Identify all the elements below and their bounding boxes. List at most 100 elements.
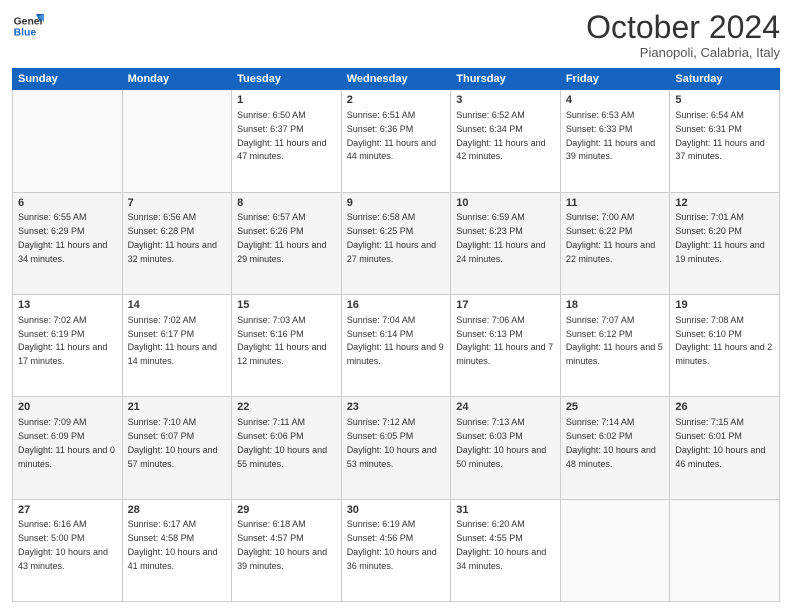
- day-info: Sunrise: 7:07 AM Sunset: 6:12 PM Dayligh…: [566, 315, 665, 366]
- day-number: 3: [456, 93, 555, 108]
- calendar-cell: 3 Sunrise: 6:52 AM Sunset: 6:34 PM Daylig…: [451, 90, 561, 192]
- day-info: Sunrise: 6:20 AM Sunset: 4:55 PM Dayligh…: [456, 519, 549, 570]
- day-info: Sunrise: 6:18 AM Sunset: 4:57 PM Dayligh…: [237, 519, 330, 570]
- day-number: 21: [128, 400, 227, 415]
- day-number: 26: [675, 400, 774, 415]
- day-info: Sunrise: 6:58 AM Sunset: 6:25 PM Dayligh…: [347, 212, 439, 263]
- calendar-cell: 23Sunrise: 7:12 AM Sunset: 6:05 PM Dayli…: [341, 397, 451, 499]
- day-info: Sunrise: 7:02 AM Sunset: 6:19 PM Dayligh…: [18, 315, 110, 366]
- weekday-header-thursday: Thursday: [451, 69, 561, 90]
- calendar-week-row: 1 Sunrise: 6:50 AM Sunset: 6:37 PM Daylig…: [13, 90, 780, 192]
- calendar-cell: 31Sunrise: 6:20 AM Sunset: 4:55 PM Dayli…: [451, 499, 561, 601]
- day-info: Sunrise: 6:19 AM Sunset: 4:56 PM Dayligh…: [347, 519, 440, 570]
- day-number: 28: [128, 503, 227, 518]
- day-number: 6: [18, 196, 117, 211]
- weekday-header-row: SundayMondayTuesdayWednesdayThursdayFrid…: [13, 69, 780, 90]
- day-number: 20: [18, 400, 117, 415]
- day-info: Sunrise: 6:59 AM Sunset: 6:23 PM Dayligh…: [456, 212, 548, 263]
- calendar-cell: 2Sunrise: 6:51 AM Sunset: 6:36 PM Daylig…: [341, 90, 451, 192]
- calendar-cell: 16 Sunrise: 7:04 AM Sunset: 6:14 PM Dayli…: [341, 294, 451, 396]
- day-number: 1: [237, 93, 336, 108]
- day-number: 27: [18, 503, 117, 518]
- day-info: Sunrise: 6:57 AM Sunset: 6:26 PM Dayligh…: [237, 212, 329, 263]
- calendar-cell: 25 Sunrise: 7:14 AM Sunset: 6:02 PM Dayli…: [560, 397, 670, 499]
- calendar-cell: 4Sunrise: 6:53 AM Sunset: 6:33 PM Daylig…: [560, 90, 670, 192]
- location-subtitle: Pianopoli, Calabria, Italy: [586, 45, 780, 60]
- calendar-cell: 1 Sunrise: 6:50 AM Sunset: 6:37 PM Daylig…: [232, 90, 342, 192]
- weekday-header-wednesday: Wednesday: [341, 69, 451, 90]
- calendar-cell: 5 Sunrise: 6:54 AM Sunset: 6:31 PM Daylig…: [670, 90, 780, 192]
- calendar-cell: 22Sunrise: 7:11 AM Sunset: 6:06 PM Dayli…: [232, 397, 342, 499]
- day-number: 9: [347, 196, 446, 211]
- day-number: 4: [566, 93, 665, 108]
- day-number: 15: [237, 298, 336, 313]
- day-number: 30: [347, 503, 446, 518]
- weekday-header-monday: Monday: [122, 69, 232, 90]
- calendar-cell: 24 Sunrise: 7:13 AM Sunset: 6:03 PM Dayli…: [451, 397, 561, 499]
- day-number: 25: [566, 400, 665, 415]
- calendar-cell: 6Sunrise: 6:55 AM Sunset: 6:29 PM Daylig…: [13, 192, 123, 294]
- logo-icon: General Blue: [12, 10, 44, 42]
- day-info: Sunrise: 6:52 AM Sunset: 6:34 PM Dayligh…: [456, 110, 548, 161]
- day-info: Sunrise: 6:51 AM Sunset: 6:36 PM Dayligh…: [347, 110, 439, 161]
- day-info: Sunrise: 7:03 AM Sunset: 6:16 PM Dayligh…: [237, 315, 329, 366]
- day-number: 18: [566, 298, 665, 313]
- day-info: Sunrise: 7:11 AM Sunset: 6:06 PM Dayligh…: [237, 417, 330, 468]
- page-header: General Blue October 2024 Pianopoli, Cal…: [12, 10, 780, 60]
- calendar-cell: 21Sunrise: 7:10 AM Sunset: 6:07 PM Dayli…: [122, 397, 232, 499]
- calendar-table: SundayMondayTuesdayWednesdayThursdayFrid…: [12, 68, 780, 602]
- day-number: 10: [456, 196, 555, 211]
- day-info: Sunrise: 7:15 AM Sunset: 6:01 PM Dayligh…: [675, 417, 768, 468]
- calendar-cell: 8Sunrise: 6:57 AM Sunset: 6:26 PM Daylig…: [232, 192, 342, 294]
- day-info: Sunrise: 6:50 AM Sunset: 6:37 PM Dayligh…: [237, 110, 329, 161]
- day-info: Sunrise: 7:02 AM Sunset: 6:17 PM Dayligh…: [128, 315, 220, 366]
- day-number: 7: [128, 196, 227, 211]
- day-info: Sunrise: 7:04 AM Sunset: 6:14 PM Dayligh…: [347, 315, 446, 366]
- calendar-cell: 17Sunrise: 7:06 AM Sunset: 6:13 PM Dayli…: [451, 294, 561, 396]
- day-number: 14: [128, 298, 227, 313]
- day-number: 13: [18, 298, 117, 313]
- day-number: 16: [347, 298, 446, 313]
- calendar-week-row: 20 Sunrise: 7:09 AM Sunset: 6:09 PM Dayli…: [13, 397, 780, 499]
- calendar-cell: 15 Sunrise: 7:03 AM Sunset: 6:16 PM Dayli…: [232, 294, 342, 396]
- calendar-cell: 29Sunrise: 6:18 AM Sunset: 4:57 PM Dayli…: [232, 499, 342, 601]
- title-block: October 2024 Pianopoli, Calabria, Italy: [586, 10, 780, 60]
- day-number: 11: [566, 196, 665, 211]
- day-info: Sunrise: 7:14 AM Sunset: 6:02 PM Dayligh…: [566, 417, 659, 468]
- calendar-cell: 7Sunrise: 6:56 AM Sunset: 6:28 PM Daylig…: [122, 192, 232, 294]
- calendar-cell: 18 Sunrise: 7:07 AM Sunset: 6:12 PM Dayli…: [560, 294, 670, 396]
- calendar-cell: 13 Sunrise: 7:02 AM Sunset: 6:19 PM Dayli…: [13, 294, 123, 396]
- day-info: Sunrise: 7:12 AM Sunset: 6:05 PM Dayligh…: [347, 417, 440, 468]
- day-info: Sunrise: 7:01 AM Sunset: 6:20 PM Dayligh…: [675, 212, 767, 263]
- svg-text:Blue: Blue: [14, 28, 37, 39]
- calendar-cell: 12Sunrise: 7:01 AM Sunset: 6:20 PM Dayli…: [670, 192, 780, 294]
- calendar-week-row: 27Sunrise: 6:16 AM Sunset: 5:00 PM Dayli…: [13, 499, 780, 601]
- day-number: 19: [675, 298, 774, 313]
- day-info: Sunrise: 7:08 AM Sunset: 6:10 PM Dayligh…: [675, 315, 774, 366]
- day-info: Sunrise: 6:55 AM Sunset: 6:29 PM Dayligh…: [18, 212, 110, 263]
- weekday-header-tuesday: Tuesday: [232, 69, 342, 90]
- day-number: 8: [237, 196, 336, 211]
- month-title: October 2024: [586, 10, 780, 45]
- day-info: Sunrise: 6:17 AM Sunset: 4:58 PM Dayligh…: [128, 519, 221, 570]
- calendar-cell: 10Sunrise: 6:59 AM Sunset: 6:23 PM Dayli…: [451, 192, 561, 294]
- calendar-week-row: 6Sunrise: 6:55 AM Sunset: 6:29 PM Daylig…: [13, 192, 780, 294]
- day-info: Sunrise: 6:54 AM Sunset: 6:31 PM Dayligh…: [675, 110, 767, 161]
- day-number: 29: [237, 503, 336, 518]
- calendar-cell: 20 Sunrise: 7:09 AM Sunset: 6:09 PM Dayli…: [13, 397, 123, 499]
- calendar-cell: 11Sunrise: 7:00 AM Sunset: 6:22 PM Dayli…: [560, 192, 670, 294]
- day-number: 24: [456, 400, 555, 415]
- day-info: Sunrise: 7:09 AM Sunset: 6:09 PM Dayligh…: [18, 417, 117, 468]
- weekday-header-sunday: Sunday: [13, 69, 123, 90]
- day-number: 17: [456, 298, 555, 313]
- calendar-cell: 19 Sunrise: 7:08 AM Sunset: 6:10 PM Dayli…: [670, 294, 780, 396]
- day-number: 31: [456, 503, 555, 518]
- day-info: Sunrise: 6:56 AM Sunset: 6:28 PM Dayligh…: [128, 212, 220, 263]
- calendar-cell: 27Sunrise: 6:16 AM Sunset: 5:00 PM Dayli…: [13, 499, 123, 601]
- calendar-cell: 9Sunrise: 6:58 AM Sunset: 6:25 PM Daylig…: [341, 192, 451, 294]
- day-number: 5: [675, 93, 774, 108]
- day-info: Sunrise: 7:13 AM Sunset: 6:03 PM Dayligh…: [456, 417, 549, 468]
- calendar-cell: [122, 90, 232, 192]
- calendar-cell: 26 Sunrise: 7:15 AM Sunset: 6:01 PM Dayli…: [670, 397, 780, 499]
- calendar-cell: 30Sunrise: 6:19 AM Sunset: 4:56 PM Dayli…: [341, 499, 451, 601]
